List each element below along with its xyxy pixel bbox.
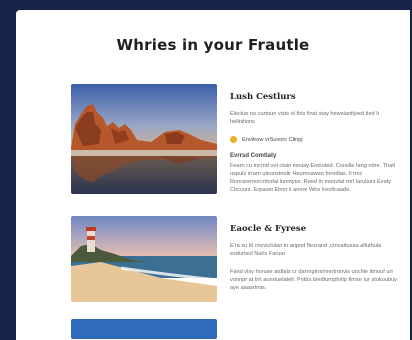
card-title[interactable]: Lush Cestlurs — [230, 92, 398, 102]
card-title[interactable]: Eaocle & Fyrese — [230, 224, 398, 234]
card-text-2: Eaocle & Fyrese E'ra su ld cncvictulan l… — [230, 224, 398, 292]
card-image-beach[interactable] — [71, 216, 217, 302]
canyon-lake-image — [71, 84, 217, 194]
card-image-canyon[interactable] — [71, 84, 217, 194]
page-title: Whries in your Frautle — [116, 36, 310, 54]
card-tag-label: Envitrow vrSuvorc Clinpj — [242, 136, 303, 143]
sun-icon — [230, 136, 237, 143]
card-subheading: Evrrsd Comtlaty — [230, 153, 277, 159]
card-image-3[interactable] — [71, 319, 217, 339]
card-body: Fearn cu incrrid ool ctain eeslay Entsut… — [230, 163, 396, 193]
card-text-1: Lush Cestlurs Eleclue no curtoun vists o… — [230, 92, 398, 194]
content-panel: Whries in your Frautle Lush Cestlurs Ele… — [16, 10, 410, 340]
card-tag[interactable]: Envitrow vrSuvorc Clinpj — [230, 136, 398, 143]
card-description: E'ra su ld cncvictulan lo anpnd ftesrand… — [230, 243, 382, 257]
card-body: Fand vlsy horuse atdtals cr darrngirrsln… — [230, 269, 397, 291]
card-description: Eleclue no curtoun vists ol this finst s… — [230, 111, 380, 125]
beach-lighthouse-image — [71, 216, 217, 302]
